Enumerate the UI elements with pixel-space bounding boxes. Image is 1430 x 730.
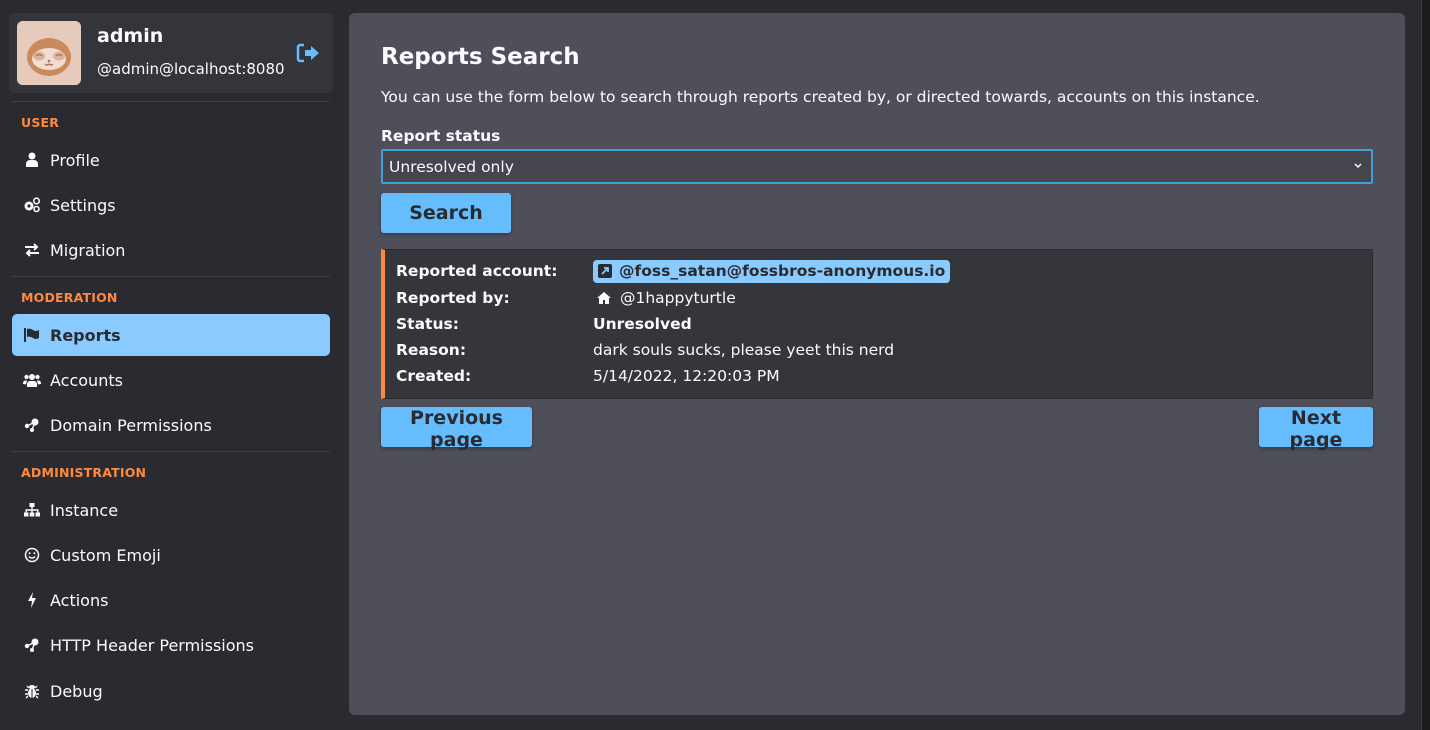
divider: [12, 276, 330, 277]
search-button[interactable]: Search: [381, 193, 511, 233]
report-status-label: Report status: [381, 127, 501, 145]
share-nodes-icon: [23, 636, 41, 654]
section-title-moderation: MODERATION: [21, 290, 118, 305]
reported-account-link[interactable]: @foss_satan@fossbros-anonymous.io: [593, 259, 951, 283]
next-page-button[interactable]: Next page: [1259, 407, 1373, 451]
share-nodes-icon: [23, 416, 41, 434]
user-icon: [23, 151, 41, 169]
sidebar-item-label: Reports: [50, 325, 121, 345]
exchange-icon: [23, 241, 41, 259]
sidebar-item-migration[interactable]: Migration: [12, 229, 330, 271]
bug-icon: [23, 682, 41, 700]
report-key: Created:: [396, 367, 472, 385]
reporter-handle[interactable]: @1happyturtle: [620, 289, 736, 307]
report-status-value: Unresolved only: [389, 157, 514, 176]
divider: [12, 451, 330, 452]
report-row-status: Status: Unresolved: [396, 313, 692, 335]
sidebar-item-settings[interactable]: Settings: [12, 184, 330, 226]
sidebar-item-label: Custom Emoji: [50, 545, 161, 565]
report-status: Unresolved: [593, 315, 692, 333]
external-link-icon: [598, 264, 612, 278]
app: admin @admin@localhost:8080 USER Profile…: [0, 0, 1430, 730]
divider: [12, 101, 330, 102]
previous-page-button[interactable]: Previous page: [381, 407, 532, 451]
report-entry[interactable]: Reported account: @foss_satan@fossbros-a…: [381, 249, 1373, 399]
sidebar-item-domain-permissions[interactable]: Domain Permissions: [12, 404, 330, 446]
home-icon: [597, 292, 611, 304]
sidebar-item-actions[interactable]: Actions: [12, 579, 330, 621]
scrollbar[interactable]: [1421, 0, 1430, 730]
report-created: 5/14/2022, 12:20:03 PM: [593, 367, 780, 385]
logout-icon: [296, 43, 319, 63]
avatar[interactable]: [17, 21, 81, 85]
report-value: @1happyturtle: [593, 289, 736, 307]
report-key: Status:: [396, 315, 459, 333]
account-name: admin: [97, 25, 164, 47]
sitemap-icon: [23, 501, 41, 519]
users-icon: [23, 371, 41, 389]
smile-icon: [23, 546, 41, 564]
report-key: Reported account:: [396, 262, 558, 280]
flag-icon: [23, 326, 41, 344]
main-panel: Reports Search You can use the form belo…: [349, 13, 1405, 715]
report-row-reported-by: Reported by: @1happyturtle: [396, 287, 736, 309]
report-key: Reason:: [396, 341, 467, 359]
page-description: You can use the form below to search thr…: [381, 88, 1260, 106]
sidebar-item-http-header-permissions[interactable]: HTTP Header Permissions: [12, 624, 330, 666]
gears-icon: [23, 196, 41, 214]
sidebar-item-debug[interactable]: Debug: [12, 670, 330, 712]
sloth-avatar-icon: [17, 21, 81, 85]
sidebar-item-label: Debug: [50, 681, 103, 701]
chevron-down-icon: [1354, 163, 1362, 169]
report-reason: dark souls sucks, please yeet this nerd: [593, 341, 895, 359]
sidebar: admin @admin@localhost:8080 USER Profile…: [0, 0, 340, 730]
sidebar-item-label: Settings: [50, 195, 116, 215]
account-handle: @admin@localhost:8080: [97, 60, 285, 78]
report-row-reason: Reason: dark souls sucks, please yeet th…: [396, 339, 894, 361]
page-title: Reports Search: [381, 44, 580, 70]
sidebar-item-accounts[interactable]: Accounts: [12, 359, 330, 401]
report-key: Reported by:: [396, 289, 510, 307]
sidebar-item-label: Migration: [50, 240, 126, 260]
report-row-reported-account: Reported account: @foss_satan@fossbros-a…: [396, 259, 951, 283]
sidebar-item-reports[interactable]: Reports: [12, 314, 330, 356]
logout-button[interactable]: [296, 41, 320, 65]
sidebar-item-label: Actions: [50, 590, 109, 610]
sidebar-item-profile[interactable]: Profile: [12, 139, 330, 181]
report-value: @foss_satan@fossbros-anonymous.io: [593, 259, 951, 283]
reported-account-handle: @foss_satan@fossbros-anonymous.io: [619, 262, 946, 280]
section-title-administration: ADMINISTRATION: [21, 465, 147, 480]
account-card: admin @admin@localhost:8080: [9, 13, 333, 93]
sidebar-item-label: Instance: [50, 500, 119, 520]
sidebar-item-label: HTTP Header Permissions: [50, 635, 255, 655]
sidebar-item-label: Profile: [50, 150, 100, 170]
sidebar-item-label: Accounts: [50, 370, 123, 390]
sidebar-item-custom-emoji[interactable]: Custom Emoji: [12, 534, 330, 576]
report-status-select[interactable]: Unresolved only: [381, 149, 1373, 184]
section-title-user: USER: [21, 115, 60, 130]
bolt-icon: [23, 591, 41, 609]
report-row-created: Created: 5/14/2022, 12:20:03 PM: [396, 365, 780, 387]
sidebar-item-label: Domain Permissions: [50, 415, 212, 435]
sidebar-item-instance[interactable]: Instance: [12, 489, 330, 531]
